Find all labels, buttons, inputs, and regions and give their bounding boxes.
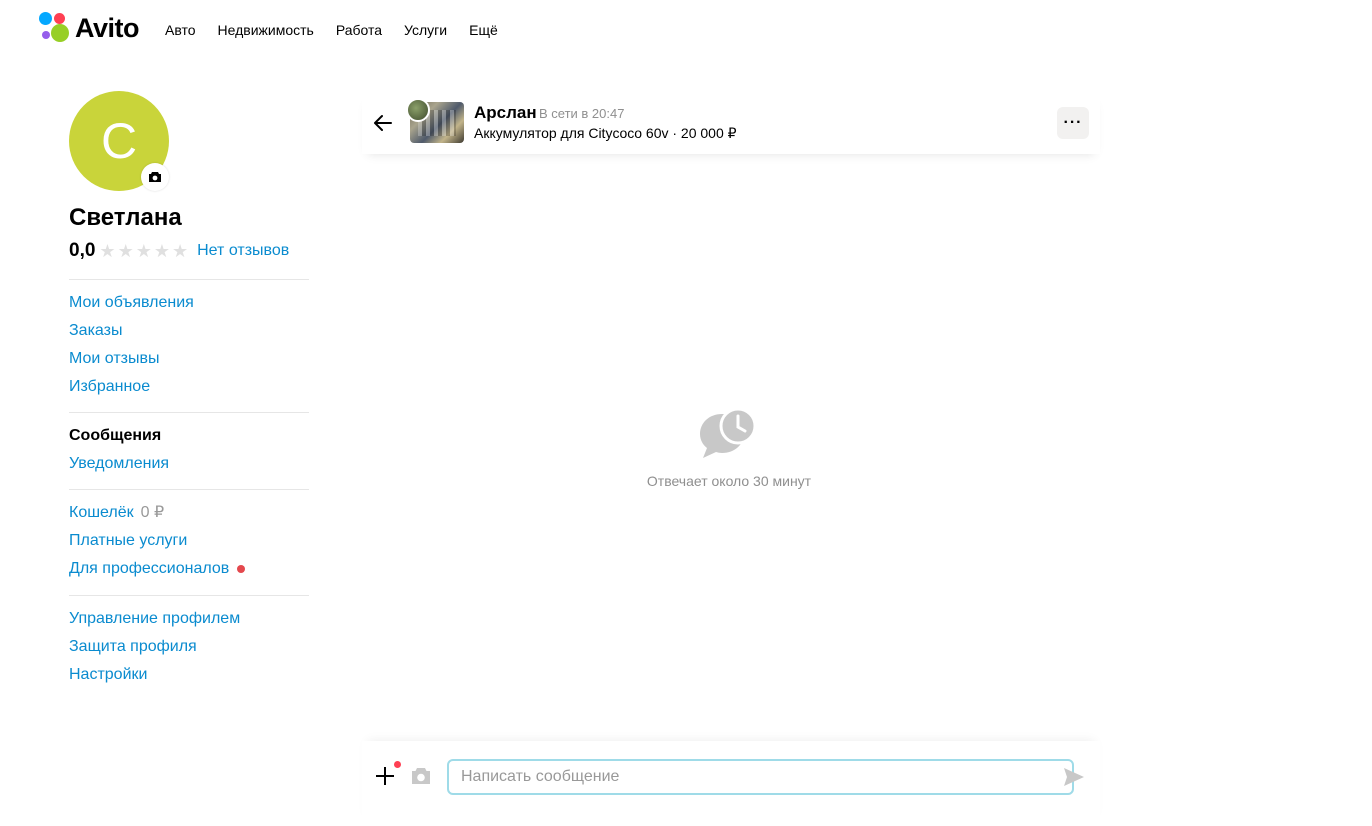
back-button[interactable] [372,112,394,134]
user-name: Светлана [69,204,182,231]
change-photo-button[interactable] [141,163,169,191]
menu-notifications[interactable]: Уведомления [69,454,169,474]
camera-icon [149,172,161,182]
chat-clock-icon [700,407,756,458]
star-icon: ★ [99,241,116,261]
plus-icon [376,767,394,785]
wallet-label: Кошелёк [69,504,134,521]
response-time-text: Отвечает около 30 минут [646,473,812,489]
star-icon: ★ [117,241,134,261]
top-header: Avito Авто Недвижимость Работа Услуги Ещ… [0,0,1372,60]
rating-stars: ★ ★ ★ ★ ★ [99,242,188,260]
wallet-amount: 0 ₽ [140,504,165,521]
divider [69,489,309,490]
divider [69,279,309,280]
menu-group-messages: Сообщения Уведомления [69,426,169,474]
avito-logo[interactable]: Avito [38,12,140,44]
nav-realty[interactable]: Недвижимость [218,22,314,38]
menu-profile-management[interactable]: Управление профилем [69,609,240,629]
menu-group-ads: Мои объявления Заказы Мои отзывы Избранн… [69,293,194,397]
camera-icon [412,768,430,784]
star-icon: ★ [171,241,189,261]
menu-paid-services[interactable]: Платные услуги [69,531,245,551]
divider [69,412,309,413]
send-button[interactable] [1063,767,1085,787]
logo-dots-icon [38,12,70,44]
for-pros-label: Для профессионалов [69,560,230,577]
star-icon: ★ [153,241,170,261]
menu-my-ads[interactable]: Мои объявления [69,293,194,313]
menu-wallet[interactable]: Кошелёк 0 ₽ [69,503,245,523]
divider [69,595,309,596]
menu-my-reviews[interactable]: Мои отзывы [69,349,194,369]
nav-services[interactable]: Услуги [404,22,447,38]
menu-orders[interactable]: Заказы [69,321,194,341]
menu-settings[interactable]: Настройки [69,665,240,685]
nav-auto[interactable]: Авто [165,22,196,38]
new-badge-dot [237,564,246,573]
photo-button[interactable] [410,766,432,786]
item-title-price[interactable]: Аккумулятор для Citycoco 60v · 20 000 ₽ [474,125,737,142]
menu-for-pros[interactable]: Для профессионалов [69,559,246,579]
arrow-left-icon [374,115,392,131]
attach-button[interactable] [374,765,396,787]
reviews-link[interactable]: Нет отзывов [197,242,289,260]
message-input[interactable] [447,759,1074,795]
seller-avatar[interactable] [406,98,430,122]
logo-text: Avito [75,12,140,43]
message-composer [362,741,1100,826]
menu-group-wallet: Кошелёк 0 ₽ Платные услуги Для профессион… [69,503,246,579]
send-icon [1064,768,1084,786]
seller-status: В сети в 20:47 [539,106,625,121]
chat-header: Арслан В сети в 20:47 Аккумулятор для Ci… [362,92,1100,154]
menu-messages[interactable]: Сообщения [69,426,169,446]
nav-more[interactable]: Ещё [469,22,498,38]
menu-group-settings: Управление профилем Защита профиля Настр… [69,609,240,685]
attach-badge-dot [394,761,401,768]
menu-favorites[interactable]: Избранное [69,377,194,397]
nav-jobs[interactable]: Работа [336,22,382,38]
seller-name[interactable]: Арслан [474,103,537,123]
star-icon: ★ [135,241,152,261]
menu-profile-protection[interactable]: Защита профиля [69,637,240,657]
more-button[interactable]: ··· [1057,107,1089,139]
main-nav: Авто Недвижимость Работа Услуги Ещё [165,22,498,38]
more-icon: ··· [1063,114,1083,131]
rating-row: 0,0 ★ ★ ★ ★ ★ Нет отзывов [69,240,289,262]
rating-value: 0,0 [69,240,96,261]
